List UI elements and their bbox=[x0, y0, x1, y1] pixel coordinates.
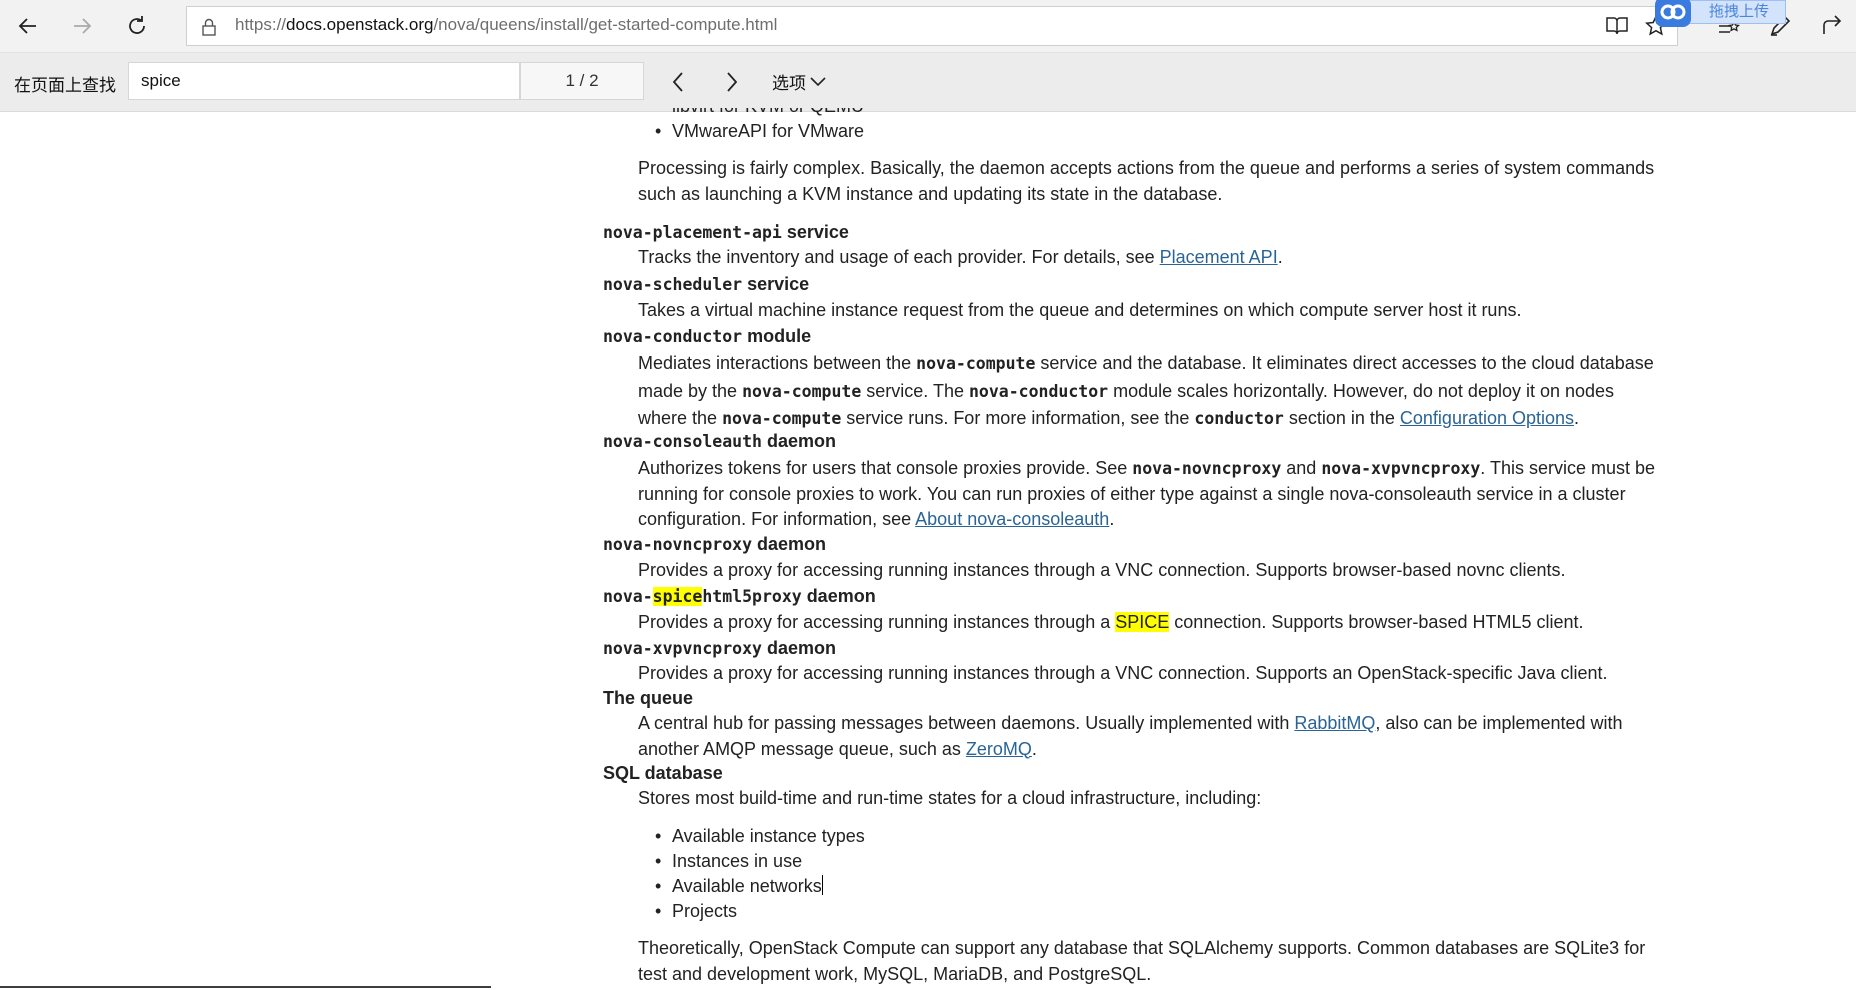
url-prefix: https:// bbox=[235, 15, 287, 34]
desc-scheduler: Takes a virtual machine instance request… bbox=[638, 300, 1522, 320]
find-next-button[interactable] bbox=[714, 66, 750, 98]
term-queue: The queue bbox=[603, 688, 694, 708]
match-count: 1 / 2 bbox=[520, 62, 644, 100]
text-caret bbox=[821, 875, 823, 895]
chevron-left-icon bbox=[672, 72, 683, 92]
lock-icon bbox=[202, 18, 216, 36]
reading-view-button[interactable] bbox=[1600, 9, 1634, 43]
desc-placement-api: Tracks the inventory and usage of each p… bbox=[638, 247, 1283, 267]
configuration-options-link[interactable]: Configuration Options bbox=[1400, 408, 1574, 428]
desc-consoleauth: Authorizes tokens for users that console… bbox=[638, 458, 1656, 529]
list-item: Available instance types bbox=[655, 824, 865, 850]
placement-api-link[interactable]: Placement API bbox=[1160, 247, 1278, 267]
url-host: docs.openstack.org bbox=[286, 15, 434, 34]
term-xvpvncproxy: nova-xvpvncproxy daemon bbox=[603, 638, 836, 658]
find-on-page-bar: 在页面上查找 1 / 2 选项 bbox=[0, 53, 1856, 112]
list-item: Available networks bbox=[655, 874, 823, 900]
back-button[interactable] bbox=[8, 8, 48, 44]
cloud-upload-icon bbox=[1655, 0, 1691, 27]
address-bar[interactable]: https://docs.openstack.org/nova/queens/i… bbox=[186, 6, 1678, 46]
share-button[interactable] bbox=[1812, 8, 1852, 44]
search-match-highlight: SPICE bbox=[1115, 612, 1170, 632]
refresh-button[interactable] bbox=[117, 8, 157, 44]
desc-sql-database: Stores most build-time and run-time stat… bbox=[638, 788, 1262, 808]
rabbitmq-link[interactable]: RabbitMQ bbox=[1294, 713, 1375, 733]
list-item: VMwareAPI for VMware bbox=[655, 119, 864, 145]
desc-queue: A central hub for passing messages betwe… bbox=[638, 713, 1623, 759]
list-item: Instances in use bbox=[655, 849, 802, 875]
forward-arrow-icon bbox=[74, 18, 92, 34]
find-options-label: 选项 bbox=[772, 74, 806, 93]
processing-paragraph: Processing is fairly complex. Basically,… bbox=[638, 158, 1655, 204]
desc-novncproxy: Provides a proxy for accessing running i… bbox=[638, 560, 1566, 580]
desc-spicehtml5proxy: Provides a proxy for accessing running i… bbox=[638, 612, 1584, 632]
term-novncproxy: nova-novncproxy daemon bbox=[603, 534, 827, 554]
drag-upload-label: 拖拽上传 bbox=[1709, 3, 1770, 20]
forward-button[interactable] bbox=[62, 8, 102, 44]
chevron-right-icon bbox=[727, 72, 738, 92]
find-input[interactable] bbox=[128, 62, 520, 100]
bottom-divider bbox=[0, 986, 491, 988]
search-match-highlight: spice bbox=[652, 587, 703, 606]
zeromq-link[interactable]: ZeroMQ bbox=[966, 739, 1032, 759]
desc-xvpvncproxy: Provides a proxy for accessing running i… bbox=[638, 663, 1608, 683]
sql-footer-paragraph: Theoretically, OpenStack Compute can sup… bbox=[638, 938, 1646, 984]
desc-conductor: Mediates interactions between the nova-c… bbox=[638, 353, 1654, 428]
url-path: /nova/queens/install/get-started-compute… bbox=[433, 15, 778, 34]
url-text: https://docs.openstack.org/nova/queens/i… bbox=[235, 15, 777, 35]
drag-upload-badge[interactable]: 拖拽上传 bbox=[1655, 0, 1786, 27]
term-conductor: nova-conductor module bbox=[603, 326, 812, 346]
share-icon bbox=[1823, 15, 1842, 34]
term-scheduler: nova-scheduler service bbox=[603, 274, 810, 294]
term-sql-database: SQL database bbox=[603, 763, 723, 783]
reading-view-icon bbox=[1606, 17, 1628, 35]
find-options-button[interactable]: 选项 bbox=[772, 69, 826, 94]
term-placement-api: nova-placement-api service bbox=[603, 222, 849, 242]
browser-toolbar: https://docs.openstack.org/nova/queens/i… bbox=[0, 0, 1856, 53]
list-item: Projects bbox=[655, 899, 737, 925]
refresh-icon bbox=[129, 16, 145, 34]
about-consoleauth-link[interactable]: About nova-consoleauth bbox=[915, 509, 1109, 529]
find-previous-button[interactable] bbox=[660, 66, 696, 98]
find-label: 在页面上查找 bbox=[14, 76, 116, 95]
chevron-down-icon bbox=[810, 76, 826, 86]
term-consoleauth: nova-consoleauth daemon bbox=[603, 431, 836, 451]
term-spicehtml5proxy: nova-spicehtml5proxy daemon bbox=[603, 586, 876, 606]
back-arrow-icon bbox=[18, 18, 36, 34]
